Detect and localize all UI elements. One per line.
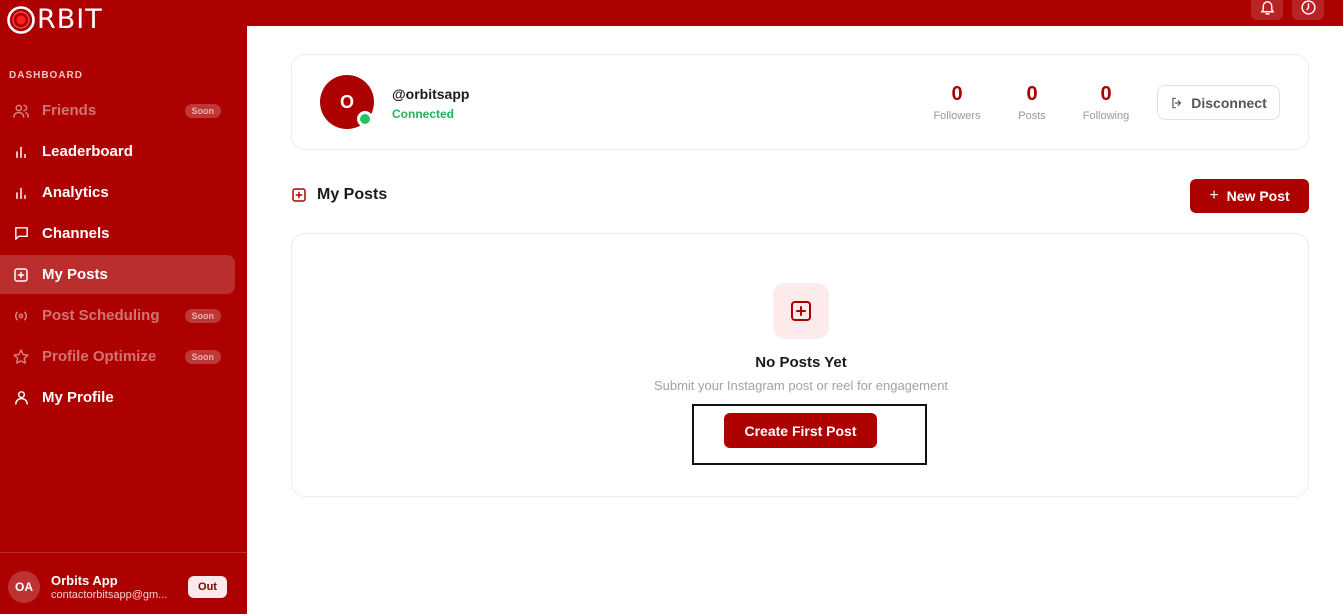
logo-text: RBIT: [37, 4, 103, 35]
sidebar-item-label: Post Scheduling: [42, 307, 160, 324]
plus-square-icon: [773, 283, 829, 339]
bell-icon[interactable]: [1251, 0, 1283, 20]
stat-following: 0 Following: [1071, 82, 1141, 122]
star-icon: [12, 348, 30, 366]
profile-card: O @orbitsapp Connected 0 Followers 0 Pos…: [291, 54, 1309, 150]
sidebar-item-label: My Profile: [42, 389, 114, 406]
user-icon: [12, 389, 30, 407]
orbit-logo-icon: [6, 5, 36, 35]
users-icon: [12, 102, 30, 120]
plus-icon: +: [1209, 187, 1219, 204]
sidebar-item-profile-optimize[interactable]: Profile Optimize Soon: [0, 337, 235, 376]
sidebar-item-channels[interactable]: Channels: [0, 214, 235, 253]
stat-value: 0: [1026, 83, 1038, 105]
online-status-dot: [357, 111, 373, 127]
chat-bubble-icon: [12, 225, 30, 243]
plus-square-icon: [12, 266, 30, 284]
user-name: Orbits App: [51, 573, 118, 588]
avatar[interactable]: OA: [8, 571, 40, 603]
section-title: My Posts: [291, 186, 387, 204]
sidebar: RBIT DASHBOARD Friends Soon Leaderboard …: [0, 0, 247, 614]
sidebar-item-label: Leaderboard: [42, 143, 133, 160]
create-first-post-button[interactable]: Create First Post: [724, 413, 877, 448]
empty-state-title: No Posts Yet: [755, 354, 847, 371]
user-bar: OA Orbits App contactorbitsapp@gm... Out: [0, 552, 247, 614]
logout-icon: [1170, 96, 1184, 110]
new-post-button[interactable]: + New Post: [1190, 179, 1309, 213]
posts-empty-state: No Posts Yet Submit your Instagram post …: [291, 233, 1309, 497]
stat-value: 0: [951, 83, 963, 105]
soon-badge: Soon: [184, 309, 221, 323]
plus-square-icon: [291, 187, 307, 203]
connection-status: Connected: [392, 107, 455, 121]
nav-section-label: DASHBOARD: [9, 70, 83, 81]
stat-value: 0: [1100, 83, 1112, 105]
sidebar-item-leaderboard[interactable]: Leaderboard: [0, 132, 235, 171]
stat-label: Posts: [1018, 110, 1046, 122]
empty-state-subtitle: Submit your Instagram post or reel for e…: [653, 378, 949, 393]
stat-label: Followers: [933, 110, 981, 122]
soon-badge: Soon: [184, 350, 221, 364]
sidebar-item-label: Channels: [42, 225, 110, 242]
bar-chart-icon: [12, 184, 30, 202]
sidebar-nav: Friends Soon Leaderboard Analytics Chann…: [0, 91, 247, 419]
top-bar: [247, 0, 1343, 26]
broadcast-icon: [12, 307, 30, 325]
user-email: contactorbitsapp@gm...: [51, 589, 168, 601]
sidebar-item-my-posts[interactable]: My Posts: [0, 255, 235, 294]
sidebar-item-label: My Posts: [42, 266, 108, 283]
soon-badge: Soon: [184, 104, 221, 118]
section-title-text: My Posts: [317, 186, 388, 203]
logout-button[interactable]: Out: [188, 576, 227, 598]
sidebar-item-my-profile[interactable]: My Profile: [0, 378, 235, 417]
stat-posts: 0 Posts: [997, 82, 1067, 122]
sidebar-item-post-scheduling[interactable]: Post Scheduling Soon: [0, 296, 235, 335]
clock-icon[interactable]: [1292, 0, 1324, 20]
sidebar-item-label: Profile Optimize: [42, 348, 157, 365]
account-handle: @orbitsapp: [392, 86, 470, 102]
stat-label: Following: [1082, 110, 1130, 122]
stat-followers: 0 Followers: [922, 82, 992, 122]
new-post-label: New Post: [1226, 188, 1290, 204]
disconnect-label: Disconnect: [1191, 94, 1267, 111]
logo[interactable]: RBIT: [6, 4, 103, 36]
sidebar-item-label: Analytics: [42, 184, 109, 201]
sidebar-item-label: Friends: [42, 102, 97, 119]
disconnect-button[interactable]: Disconnect: [1157, 85, 1280, 120]
bar-chart-icon: [12, 143, 30, 161]
sidebar-item-friends[interactable]: Friends Soon: [0, 91, 235, 130]
sidebar-item-analytics[interactable]: Analytics: [0, 173, 235, 212]
